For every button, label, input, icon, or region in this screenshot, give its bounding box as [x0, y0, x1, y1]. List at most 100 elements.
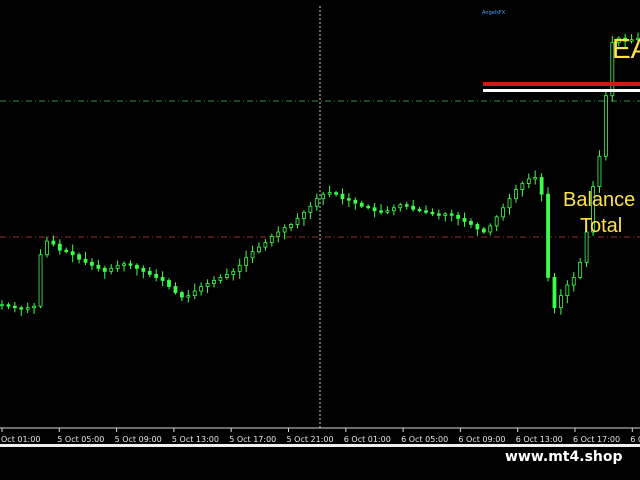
candle-body — [398, 204, 403, 209]
candle-body — [507, 198, 512, 209]
candle-body — [603, 95, 608, 157]
x-tick-label: 5 Oct 13:00 — [172, 435, 219, 444]
candle-body — [250, 251, 255, 259]
ea-label: EA — [612, 33, 640, 64]
x-tick-label: 6 Oct 13:00 — [516, 435, 563, 444]
x-tick-label: 6 Oct — [630, 435, 640, 444]
candle-body — [109, 267, 114, 272]
candle-body — [327, 192, 332, 195]
x-tick-label: 5 Oct 05:00 — [57, 435, 104, 444]
x-tick-label: 5 Oct 17:00 — [229, 435, 276, 444]
candle-body — [224, 273, 229, 278]
candle-body — [257, 246, 261, 253]
candle-body — [347, 198, 351, 201]
candle-body — [449, 213, 454, 216]
x-tick-label: 6 Oct 01:00 — [344, 435, 391, 444]
candle-body — [128, 263, 133, 266]
candle-body — [552, 277, 557, 309]
watermark-top: AngelsFX — [482, 10, 506, 16]
candle-body — [19, 307, 24, 310]
candle-body — [456, 214, 461, 219]
candle-body — [64, 249, 69, 253]
candle-body — [391, 207, 396, 212]
candle-body — [533, 177, 538, 180]
candle-body — [469, 220, 473, 225]
candle-body — [289, 224, 293, 228]
candle-body — [340, 193, 345, 200]
candle-body — [424, 210, 428, 213]
candle-body — [520, 183, 525, 191]
candle-body — [276, 231, 281, 237]
candle-body — [12, 305, 17, 309]
candle-body — [96, 264, 101, 269]
red-level-bar — [483, 82, 640, 86]
candle-body — [77, 254, 81, 260]
candle-body — [475, 224, 480, 230]
price-chart: AngelsFX EA Balance Total Oct 01:00 5 Oct… — [0, 6, 640, 480]
candle-body — [539, 177, 544, 195]
candle-body — [263, 242, 268, 248]
candle-body — [385, 210, 390, 213]
candle-body — [122, 263, 126, 266]
candle-body — [302, 211, 306, 219]
candle-body — [411, 205, 416, 210]
candle-body — [571, 277, 576, 286]
candle-body — [321, 193, 326, 200]
candle-body — [32, 305, 37, 309]
brand-watermark: www.mt4.shop — [505, 449, 623, 465]
candle-body — [135, 264, 139, 269]
candle-body — [57, 243, 62, 251]
candle-body — [199, 286, 204, 292]
candle-body — [25, 307, 30, 310]
candle-body — [160, 277, 165, 281]
candle-body — [372, 207, 377, 212]
candle-body — [597, 155, 602, 187]
candle-body — [147, 270, 152, 275]
x-tick-label: 6 Oct 05:00 — [401, 435, 448, 444]
white-level-bar — [483, 89, 640, 92]
x-tick-label: 5 Oct 21:00 — [287, 435, 334, 444]
candle-body — [141, 267, 146, 272]
candle-body — [404, 204, 409, 207]
candle-body — [83, 258, 88, 263]
bottom-strip — [0, 444, 640, 447]
candle-body — [0, 304, 4, 307]
x-tick-label: Oct 01:00 — [1, 435, 40, 444]
candle-body — [167, 280, 171, 287]
candle-body — [212, 280, 216, 284]
balance-label: Balance — [563, 189, 635, 211]
candle-body — [488, 225, 493, 233]
candle-body — [282, 227, 287, 233]
candle-body — [501, 207, 505, 218]
x-tick-label: 5 Oct 09:00 — [115, 435, 162, 444]
candle-body — [546, 193, 550, 278]
candle-body — [115, 264, 120, 269]
candle-body — [359, 202, 364, 207]
candle-body — [379, 210, 383, 213]
candle-body — [38, 254, 43, 307]
candle-body — [45, 240, 49, 256]
candle-body — [205, 283, 210, 287]
candle-body — [366, 205, 371, 209]
candle-body — [90, 261, 94, 266]
x-tick-label: 6 Oct 09:00 — [458, 435, 505, 444]
candle-body — [186, 295, 191, 298]
candle-body — [192, 290, 197, 296]
candle-body — [443, 213, 448, 216]
candle-body — [578, 261, 583, 278]
candle-body — [353, 199, 358, 204]
candle-body — [237, 264, 242, 272]
candle-body — [179, 292, 184, 298]
candle-body — [514, 189, 518, 200]
candle-body — [559, 295, 563, 309]
x-tick-label: 6 Oct 17:00 — [573, 435, 620, 444]
candle-body — [494, 216, 499, 227]
candle-body — [462, 217, 467, 222]
candle-body — [173, 286, 178, 293]
candle-body — [154, 273, 159, 278]
candle-body — [102, 267, 107, 272]
candle-body — [430, 211, 435, 215]
candle-body — [70, 251, 75, 256]
candle-body — [436, 213, 441, 216]
candle-body — [334, 192, 338, 195]
